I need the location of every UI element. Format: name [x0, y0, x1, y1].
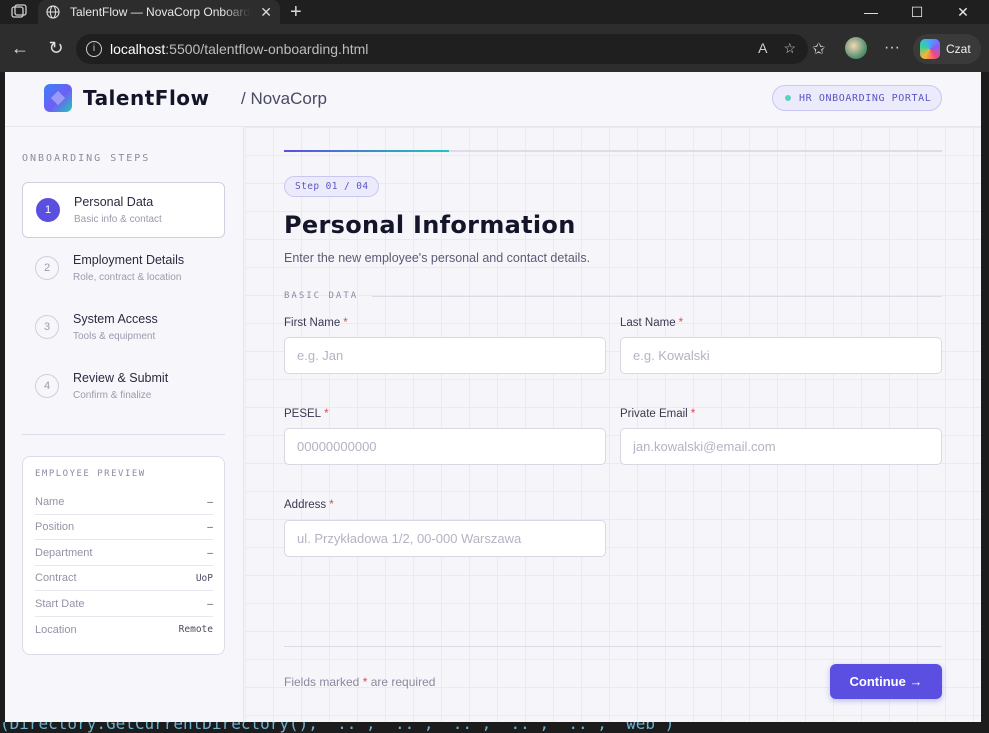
- step-title: System Access: [73, 312, 158, 326]
- preview-row: Start Date –: [35, 592, 213, 617]
- email-label: Private Email *: [620, 408, 696, 420]
- background-code-text: (Directory.GetCurrentDirectory(), "..", …: [0, 722, 675, 733]
- step-title: Personal Data: [74, 195, 154, 209]
- org-name: / NovaCorp: [241, 89, 327, 108]
- favorites-icon[interactable]: ✩: [812, 39, 825, 59]
- last-name-field[interactable]: [620, 337, 942, 374]
- portal-badge: HR ONBOARDING PORTAL: [772, 85, 942, 111]
- minimize-icon[interactable]: —: [861, 2, 881, 22]
- pesel-label: PESEL *: [284, 408, 329, 420]
- url-text[interactable]: localhost:5500/talentflow-onboarding.htm…: [110, 41, 368, 57]
- brand-logo-icon: [44, 84, 72, 112]
- step-number: 3: [35, 315, 59, 339]
- preview-row: Position –: [35, 515, 213, 540]
- more-options-icon[interactable]: ···: [884, 39, 900, 57]
- address-label: Address *: [284, 499, 334, 511]
- step-subtitle: Basic info & contact: [74, 214, 162, 225]
- first-name-label: First Name *: [284, 317, 348, 329]
- section-divider: [372, 295, 942, 297]
- pesel-input[interactable]: [297, 439, 593, 454]
- pesel-field[interactable]: [284, 428, 606, 465]
- preview-title: EMPLOYEE PREVIEW: [35, 469, 146, 479]
- step-system-access[interactable]: 3 System Access Tools & equipment: [22, 300, 225, 356]
- last-name-input[interactable]: [633, 348, 929, 363]
- refresh-icon[interactable]: ↻: [46, 38, 66, 58]
- address-input[interactable]: [297, 531, 593, 546]
- continue-button[interactable]: Continue →: [830, 664, 942, 699]
- site-info-icon[interactable]: i: [86, 41, 102, 57]
- step-employment-details[interactable]: 2 Employment Details Role, contract & lo…: [22, 241, 225, 297]
- step-badge: Step 01 / 04: [284, 176, 380, 197]
- last-name-label: Last Name *: [620, 317, 684, 329]
- step-number: 4: [35, 374, 59, 398]
- section-label: BASIC DATA: [284, 291, 359, 301]
- employee-preview-card: EMPLOYEE PREVIEW Name – Position – Departm…: [22, 456, 225, 655]
- main-form-area: Step 01 / 04 Personal Information Enter …: [245, 127, 981, 722]
- preview-row: Name –: [35, 490, 213, 515]
- preview-row: Location Remote: [35, 623, 213, 636]
- read-aloud-icon[interactable]: A: [758, 40, 767, 57]
- step-number: 1: [36, 198, 60, 222]
- address-bar[interactable]: i localhost:5500/talentflow-onboarding.h…: [76, 34, 808, 64]
- background-editor-strip: (Directory.GetCurrentDirectory(), "..", …: [0, 722, 989, 733]
- browser-titlebar: TalentFlow — NovaCorp Onboarding ✕ + — ☐…: [0, 0, 989, 24]
- maximize-icon[interactable]: ☐: [907, 2, 927, 22]
- copilot-icon: [920, 39, 940, 59]
- preview-row: Contract UoP: [35, 566, 213, 591]
- preview-row: Department –: [35, 541, 213, 566]
- close-window-icon[interactable]: ✕: [953, 2, 973, 22]
- page-title: Personal Information: [284, 211, 576, 239]
- first-name-input[interactable]: [297, 348, 593, 363]
- app-header: TalentFlow / NovaCorp HR ONBOARDING PORT…: [5, 72, 981, 127]
- globe-icon: [46, 5, 60, 19]
- step-subtitle: Confirm & finalize: [73, 390, 152, 401]
- step-title: Review & Submit: [73, 371, 169, 385]
- copilot-label: Czat: [946, 42, 971, 56]
- tab-actions-icon[interactable]: [10, 4, 28, 20]
- section-header: BASIC DATA: [284, 291, 942, 301]
- page-subtitle: Enter the new employee's personal and co…: [284, 251, 591, 265]
- address-field[interactable]: [284, 520, 606, 557]
- progress-bar: [284, 150, 942, 152]
- step-review-submit[interactable]: 4 Review & Submit Confirm & finalize: [22, 359, 225, 415]
- copilot-button[interactable]: Czat: [913, 34, 981, 64]
- footer-divider: [284, 646, 942, 647]
- back-arrow-icon[interactable]: ←: [10, 38, 30, 58]
- status-dot-icon: [785, 95, 791, 101]
- sidebar: ONBOARDING STEPS 1 Personal Data Basic i…: [5, 127, 244, 722]
- browser-toolbar: ← ↻ i localhost:5500/talentflow-onboardi…: [0, 24, 989, 72]
- brand-name: TalentFlow: [83, 86, 210, 110]
- new-tab-icon[interactable]: +: [290, 1, 302, 24]
- app-page: TalentFlow / NovaCorp HR ONBOARDING PORT…: [5, 72, 981, 722]
- first-name-field[interactable]: [284, 337, 606, 374]
- tab-title: TalentFlow — NovaCorp Onboarding: [70, 5, 250, 19]
- sidebar-divider: [22, 434, 225, 435]
- avatar[interactable]: [845, 37, 867, 59]
- step-personal-data[interactable]: 1 Personal Data Basic info & contact: [22, 182, 225, 238]
- close-tab-icon[interactable]: ✕: [260, 4, 272, 21]
- progress-fill: [284, 150, 449, 152]
- step-title: Employment Details: [73, 253, 185, 267]
- step-subtitle: Role, contract & location: [73, 272, 182, 283]
- favorite-star-icon[interactable]: ☆: [783, 40, 796, 57]
- step-subtitle: Tools & equipment: [73, 331, 156, 342]
- email-field[interactable]: [620, 428, 942, 465]
- step-number: 2: [35, 256, 59, 280]
- sidebar-title: ONBOARDING STEPS: [22, 153, 151, 164]
- required-note: Fields marked * are required: [284, 675, 436, 689]
- browser-tab[interactable]: TalentFlow — NovaCorp Onboarding ✕: [38, 0, 280, 24]
- email-input[interactable]: [633, 439, 929, 454]
